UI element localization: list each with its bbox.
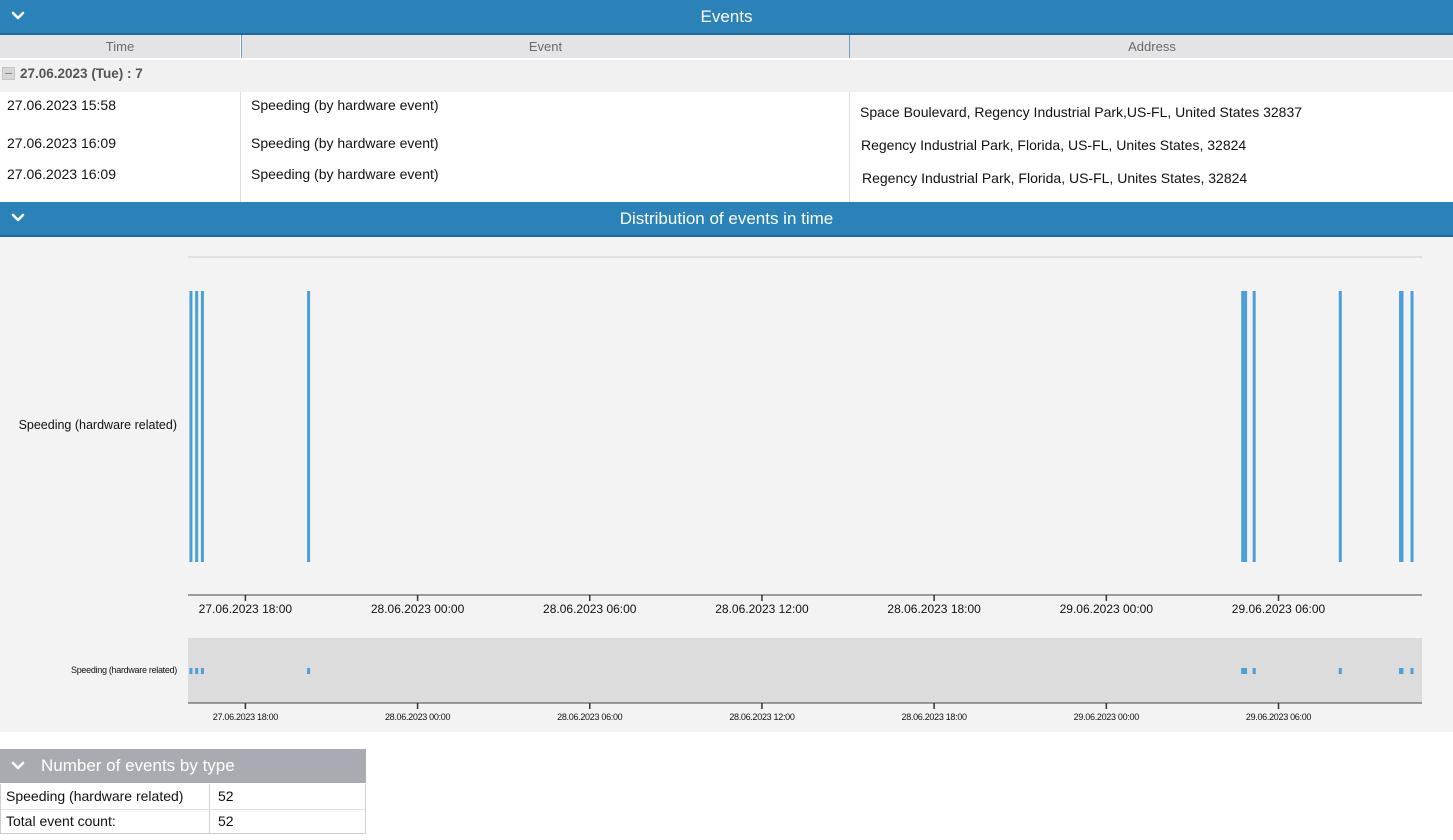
cell-address: Regency Industrial Park, Florida, US-FL,… <box>862 170 1248 186</box>
summary-value: 52 <box>218 813 234 829</box>
column-header-event[interactable]: Event <box>241 35 849 58</box>
summary-panel-header: Number of events by type <box>0 749 366 783</box>
events-panel-title: Events <box>700 7 753 26</box>
collapse-group-icon[interactable] <box>2 67 15 80</box>
cell-time: 27.06.2023 16:09 <box>7 166 116 182</box>
timeline-navigator[interactable] <box>188 638 1422 703</box>
summary-label: Speeding (hardware related) <box>6 788 184 804</box>
cell-event: Speeding (by hardware event) <box>251 97 439 113</box>
cell-time: 27.06.2023 15:58 <box>7 97 116 113</box>
summary-row: Speeding (hardware related) 52 <box>1 784 365 809</box>
cell-event: Speeding (by hardware event) <box>251 166 439 182</box>
chevron-down-icon <box>11 761 25 770</box>
column-header-time[interactable]: Time <box>0 35 240 58</box>
cell-time: 27.06.2023 16:09 <box>7 135 116 151</box>
column-divider <box>849 92 850 202</box>
column-header-address[interactable]: Address <box>849 35 1453 58</box>
summary-panel-title: Number of events by type <box>41 756 235 775</box>
summary-label: Total event count: <box>6 813 116 829</box>
cell-address: Regency Industrial Park, Florida, US-FL,… <box>861 137 1247 153</box>
distribution-panel-header: Distribution of events in time <box>0 202 1453 237</box>
summary-value: 52 <box>218 788 234 804</box>
summary-row: Total event count: 52 <box>1 809 365 834</box>
collapse-summary-button[interactable] <box>8 757 28 775</box>
column-divider <box>240 92 241 202</box>
distribution-panel-title: Distribution of events in time <box>619 209 834 228</box>
group-label: 27.06.2023 (Tue) : 7 <box>20 66 143 81</box>
cell-event: Speeding (by hardware event) <box>251 135 439 151</box>
cell-address: Space Boulevard, Regency Industrial Park… <box>860 104 1303 120</box>
summary-table: Speeding (hardware related) 52 Total eve… <box>0 784 366 834</box>
group-row[interactable]: 27.06.2023 (Tue) : 7 <box>0 60 1453 92</box>
events-panel-header: Events <box>0 0 1453 35</box>
